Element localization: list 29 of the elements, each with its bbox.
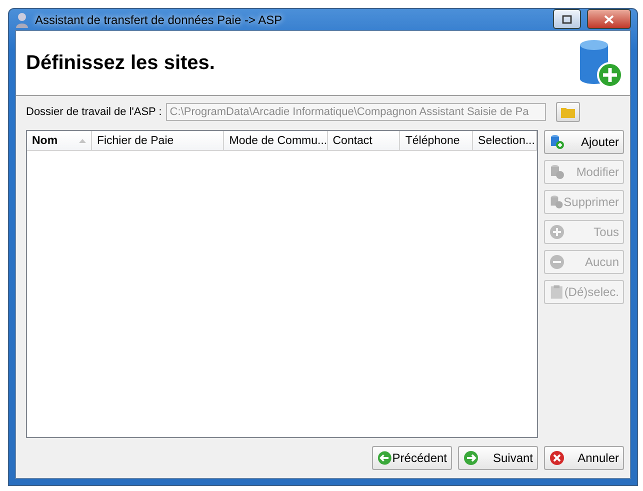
database-plus-icon [549, 134, 565, 150]
folder-label: Dossier de travail de l'ASP : [26, 106, 162, 118]
restore-icon [562, 14, 572, 24]
plus-circle-icon [549, 224, 565, 240]
database-icon [549, 164, 565, 180]
close-icon [604, 14, 614, 24]
restore-button[interactable] [553, 9, 581, 29]
column-header[interactable]: Mode de Commu... [224, 131, 328, 150]
database-icon [549, 194, 564, 210]
minus-circle-icon [549, 254, 565, 270]
column-header[interactable]: Contact [328, 131, 400, 150]
window-title: Assistant de transfert de données Paie -> ASP [35, 12, 282, 26]
arrow-left-icon [377, 450, 392, 466]
clipboard-icon [549, 284, 564, 300]
page-heading: Définissez les sites. [26, 52, 215, 74]
close-button[interactable] [587, 9, 631, 29]
nav-button[interactable]: Précédent [372, 446, 452, 470]
nav-button[interactable]: Annuler [544, 446, 624, 470]
close-icon [549, 450, 565, 466]
column-header[interactable]: Selection... [473, 131, 537, 150]
column-header[interactable]: Téléphone [400, 131, 474, 150]
column-header[interactable]: Nom [27, 131, 92, 150]
column-header[interactable]: Fichier de Paie [92, 131, 224, 150]
folder-icon [560, 106, 575, 118]
nav-button[interactable]: Suivant [458, 446, 538, 470]
action-button[interactable]: Ajouter [544, 130, 624, 154]
user-icon [15, 12, 29, 28]
sort-arrow-icon [78, 138, 86, 142]
arrow-right-icon [463, 450, 479, 466]
